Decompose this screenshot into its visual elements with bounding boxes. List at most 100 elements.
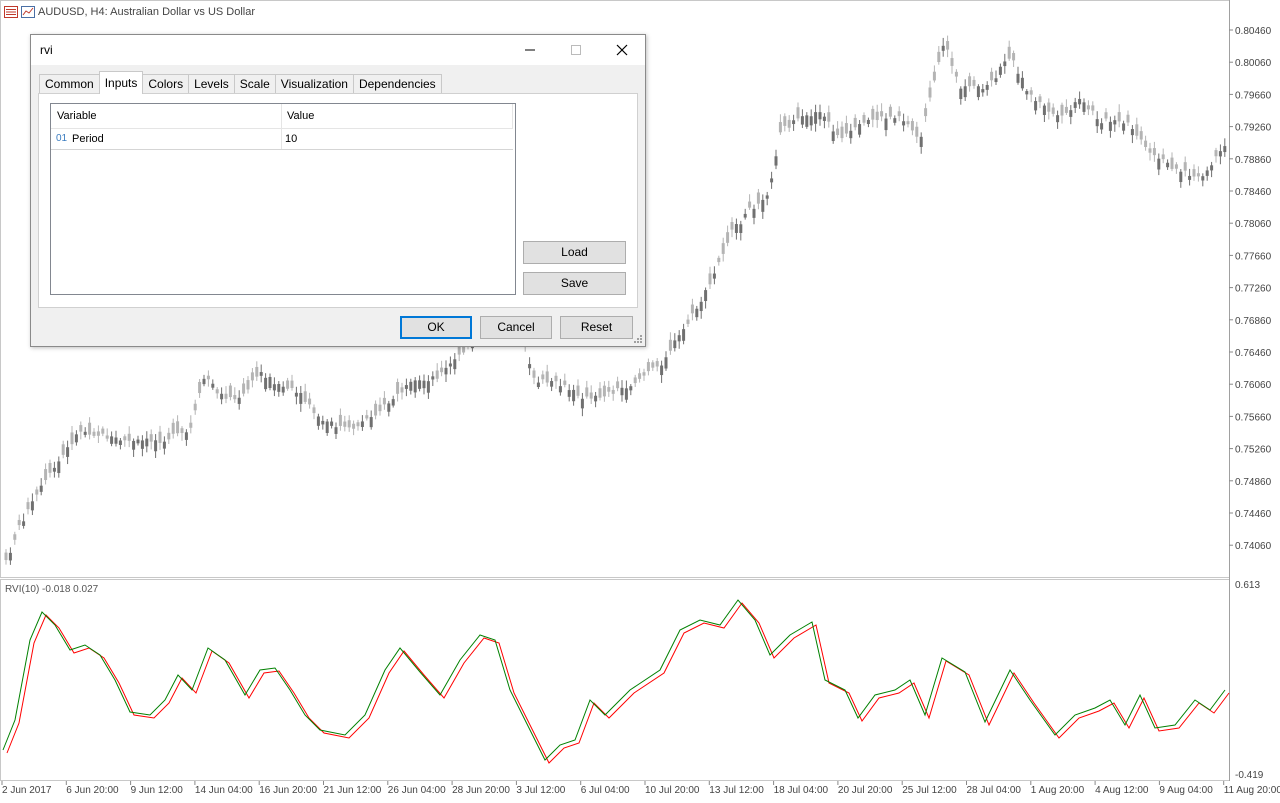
candle-body xyxy=(136,439,140,444)
candle-body xyxy=(167,432,171,440)
candle-body xyxy=(906,121,910,125)
tab-colors[interactable]: Colors xyxy=(142,74,190,94)
candle-body xyxy=(255,366,259,377)
candle-body xyxy=(13,534,17,540)
candle-body xyxy=(1095,119,1099,127)
price-label: 0.76860 xyxy=(1235,316,1272,327)
candle-body xyxy=(1064,106,1068,113)
candle-body xyxy=(1069,110,1073,117)
indicator-frame xyxy=(0,579,1230,781)
candle-body xyxy=(1086,105,1090,110)
candle-body xyxy=(149,434,153,442)
candle-body xyxy=(541,374,545,380)
candle-body xyxy=(633,377,637,384)
candle-body xyxy=(585,387,589,397)
column-header-variable[interactable]: Variable xyxy=(51,104,97,128)
price-label: 0.79260 xyxy=(1235,123,1272,134)
tab-scale[interactable]: Scale xyxy=(233,74,276,94)
candle-body xyxy=(932,71,936,81)
candle-body xyxy=(827,112,831,122)
candle-body xyxy=(946,41,950,50)
candle-body xyxy=(1148,148,1152,153)
price-label: 0.78060 xyxy=(1235,219,1272,230)
tab-levels[interactable]: Levels xyxy=(188,74,235,94)
resize-grip-icon[interactable] xyxy=(633,334,643,344)
tab-inputs[interactable]: Inputs xyxy=(98,71,144,94)
candle-body xyxy=(1152,148,1156,156)
chart-window-icon[interactable] xyxy=(21,6,35,18)
candle-body xyxy=(660,365,664,376)
tab-visualization[interactable]: Visualization xyxy=(274,74,354,94)
time-label: 26 Jun 04:00 xyxy=(388,785,446,796)
candle-body xyxy=(717,257,721,263)
candle-body xyxy=(1179,171,1183,183)
candle-body xyxy=(369,417,373,428)
tab-dependencies[interactable]: Dependencies xyxy=(352,74,442,94)
candle-body xyxy=(998,66,1002,75)
maximize-button[interactable] xyxy=(553,35,599,65)
candle-body xyxy=(682,329,686,341)
candle-body xyxy=(312,407,316,414)
candle-body xyxy=(356,422,360,427)
candle-body xyxy=(858,124,862,135)
candle-body xyxy=(871,108,875,120)
candle-body xyxy=(1192,169,1196,177)
candle-body xyxy=(629,386,633,391)
candle-body xyxy=(576,385,580,396)
candle-body xyxy=(61,444,65,455)
candle-body xyxy=(941,45,945,51)
candle-body xyxy=(1034,101,1038,111)
candle-body xyxy=(66,447,70,457)
candle-body xyxy=(413,380,417,393)
column-header-value[interactable]: Value xyxy=(281,104,314,128)
candle-body xyxy=(1214,150,1218,157)
candle-body xyxy=(246,380,250,390)
load-button[interactable]: Load xyxy=(523,241,626,264)
candle-body xyxy=(303,391,307,402)
candle-body xyxy=(387,403,391,412)
reset-button[interactable]: Reset xyxy=(560,316,633,339)
chart-menu-icon[interactable] xyxy=(4,6,18,18)
candle-body xyxy=(646,362,650,372)
candle-body xyxy=(721,243,725,254)
save-button[interactable]: Save xyxy=(523,272,626,295)
inputs-grid: Variable Value 01 Period 10 xyxy=(50,103,516,295)
candle-body xyxy=(849,130,853,139)
candle-body xyxy=(1161,154,1165,160)
time-label: 4 Aug 12:00 xyxy=(1095,785,1149,796)
candle-body xyxy=(360,421,364,427)
dialog-titlebar[interactable]: rvi xyxy=(31,35,645,65)
tab-common[interactable]: Common xyxy=(39,74,100,94)
candle-body xyxy=(1056,115,1060,123)
input-value[interactable]: 10 xyxy=(285,129,297,149)
candle-body xyxy=(1060,104,1064,116)
candle-body xyxy=(92,431,96,436)
cancel-button[interactable]: Cancel xyxy=(480,316,552,339)
candle-body xyxy=(655,361,659,367)
candle-body xyxy=(1166,162,1170,168)
table-row[interactable]: 01 Period 10 xyxy=(51,129,513,150)
rvi-signal-line xyxy=(6,602,1230,764)
candle-body xyxy=(220,393,224,400)
chart-title-bar: AUDUSD, H4: Australian Dollar vs US Doll… xyxy=(4,6,255,18)
candle-body xyxy=(774,156,778,166)
candle-body xyxy=(752,208,756,218)
candle-body xyxy=(990,71,994,81)
candle-body xyxy=(792,120,796,125)
candle-body xyxy=(532,370,536,378)
candle-body xyxy=(1183,162,1187,171)
time-label: 9 Jun 12:00 xyxy=(131,785,184,796)
close-button[interactable] xyxy=(599,35,645,65)
candle-body xyxy=(884,118,888,131)
candle-body xyxy=(783,116,787,126)
minimize-button[interactable] xyxy=(507,35,553,65)
candle-body xyxy=(1051,107,1055,114)
time-label: 21 Jun 12:00 xyxy=(324,785,382,796)
ok-button[interactable]: OK xyxy=(400,316,472,339)
candle-body xyxy=(118,440,122,445)
candle-body xyxy=(954,71,958,77)
candle-body xyxy=(330,421,334,426)
candle-body xyxy=(708,273,712,285)
rvi-main-line xyxy=(2,599,1226,761)
candle-body xyxy=(805,115,809,127)
